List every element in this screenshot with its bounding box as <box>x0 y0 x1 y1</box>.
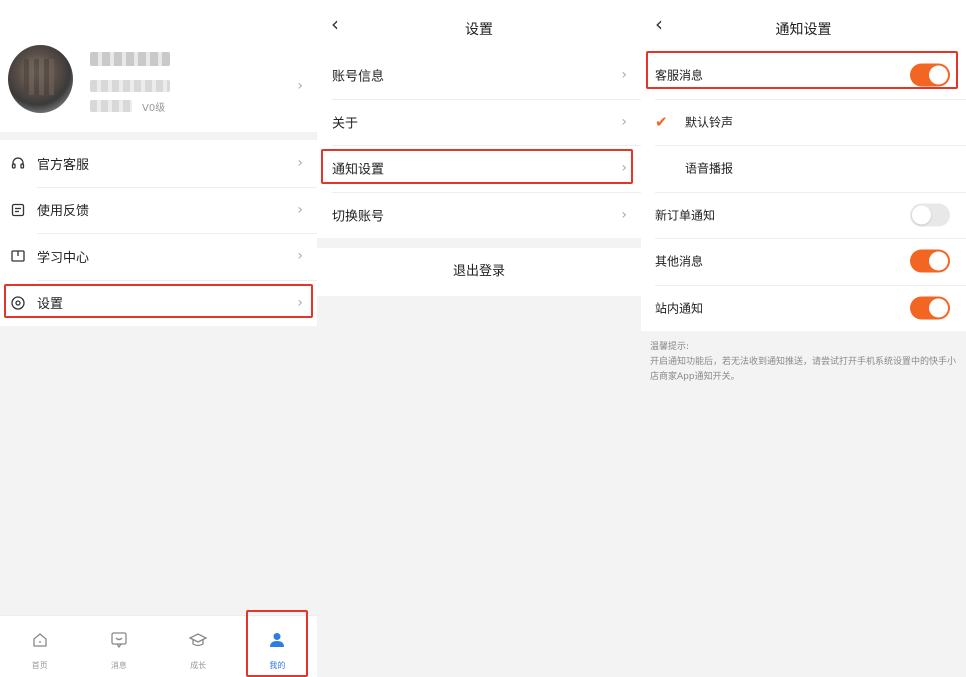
notify-row-customer-service: 客服消息 <box>641 52 966 99</box>
tab-growth[interactable]: 成长 <box>159 616 238 677</box>
toggle-switch-off[interactable] <box>910 203 950 227</box>
tips-body: 开启通知功能后，若无法收到通知推送，请尝试打开手机系统设置中的快手小店商家App… <box>650 357 957 382</box>
settings-item-label: 关于 <box>332 116 359 132</box>
settings-icon <box>11 296 25 310</box>
tab-home[interactable]: 首页 <box>0 616 79 677</box>
notification-settings-panel: ‹ 通知设置 客服消息 ✔ 默认铃声 语音播报 新订单通知 其他消息 站内通知 … <box>641 0 966 677</box>
menu-item-label: 使用反馈 <box>37 204 90 220</box>
menu-item-learning-center[interactable]: 学习中心 › <box>0 233 317 280</box>
chevron-right-icon: › <box>621 160 627 177</box>
page-title: 设置 <box>465 22 493 38</box>
notify-row-label: 默认铃声 <box>685 115 734 130</box>
tab-mine[interactable]: 我的 <box>238 616 317 677</box>
chevron-right-icon: › <box>297 78 303 94</box>
logout-button[interactable]: 退出登录 <box>317 248 641 296</box>
notify-row-voice-broadcast[interactable]: 语音播报 <box>641 145 966 192</box>
tab-label: 我的 <box>269 661 286 670</box>
notify-row-other-messages: 其他消息 <box>641 238 966 285</box>
settings-item-about[interactable]: 关于 › <box>317 98 641 146</box>
settings-item-notifications[interactable]: 通知设置 › <box>317 145 641 192</box>
chevron-right-icon: › <box>297 294 303 311</box>
settings-panel: ‹ 设置 账号信息 › 关于 › 通知设置 › 切换账号 › 退出登录 <box>317 0 641 677</box>
bottom-tab-bar: 首页 消息 成长 我的 <box>0 615 317 677</box>
settings-item-label: 通知设置 <box>332 162 385 178</box>
menu-item-label: 官方客服 <box>37 157 90 173</box>
notify-row-new-order: 新订单通知 <box>641 191 966 239</box>
settings-list: 账号信息 › 关于 › 通知设置 › 切换账号 › <box>317 52 641 238</box>
tips-title: 温馨提示: <box>650 342 690 352</box>
settings-item-switch-account[interactable]: 切换账号 › <box>317 191 641 239</box>
graduation-icon <box>188 633 208 647</box>
toggle-switch-on[interactable] <box>910 249 950 273</box>
menu-item-label: 设置 <box>37 297 64 313</box>
menu-item-customer-service[interactable]: 官方客服 › <box>0 140 317 187</box>
notify-row-site-notice: 站内通知 <box>641 284 966 332</box>
home-icon <box>32 633 47 647</box>
notify-row-label: 客服消息 <box>655 68 704 83</box>
chevron-right-icon: › <box>297 155 303 172</box>
settings-item-label: 切换账号 <box>332 209 385 225</box>
user-icon <box>270 633 285 647</box>
settings-item-label: 账号信息 <box>332 69 385 85</box>
page-title: 通知设置 <box>775 22 832 38</box>
headset-icon <box>11 157 25 169</box>
blurred-info <box>90 100 132 112</box>
chevron-right-icon: › <box>621 206 627 223</box>
chevron-right-icon: › <box>297 248 303 265</box>
blurred-username <box>90 52 170 66</box>
screenshot-root: V0级 › 官方客服 › 使用反馈 › 学习中心 › 设置 › 首页 消息 成长… <box>0 0 966 677</box>
profile-panel: V0级 › 官方客服 › 使用反馈 › 学习中心 › 设置 › 首页 消息 成长… <box>0 0 317 677</box>
notify-row-label: 语音播报 <box>685 161 734 176</box>
toggle-switch-on[interactable] <box>910 63 950 87</box>
message-icon <box>111 632 127 649</box>
tab-label: 成长 <box>190 661 207 670</box>
blurred-account-id <box>90 80 170 92</box>
avatar[interactable] <box>8 45 73 113</box>
tab-label: 消息 <box>110 661 127 670</box>
settings-navbar: ‹ 设置 <box>317 0 641 52</box>
tab-messages[interactable]: 消息 <box>79 616 158 677</box>
notify-row-label: 其他消息 <box>655 254 704 269</box>
notify-row-label: 站内通知 <box>655 301 704 316</box>
profile-card[interactable]: V0级 › <box>0 0 317 132</box>
tips-block: 温馨提示: 开启通知功能后，若无法收到通知推送，请尝试打开手机系统设置中的快手小… <box>650 340 962 385</box>
settings-item-account-info[interactable]: 账号信息 › <box>317 52 641 99</box>
toggle-switch-on[interactable] <box>910 296 950 320</box>
tab-label: 首页 <box>31 661 48 670</box>
notify-navbar: ‹ 通知设置 <box>641 0 966 52</box>
chevron-right-icon: › <box>621 113 627 130</box>
chevron-right-icon: › <box>621 67 627 84</box>
notification-list: 客服消息 ✔ 默认铃声 语音播报 新订单通知 其他消息 站内通知 <box>641 52 966 331</box>
level-badge: V0级 <box>142 103 166 114</box>
checkmark-icon: ✔ <box>655 112 668 131</box>
menu-item-label: 学习中心 <box>37 250 90 266</box>
notify-row-label: 新订单通知 <box>655 208 716 223</box>
profile-menu: 官方客服 › 使用反馈 › 学习中心 › 设置 › <box>0 140 317 326</box>
chevron-right-icon: › <box>297 201 303 218</box>
notify-row-default-ringtone[interactable]: ✔ 默认铃声 <box>641 98 966 146</box>
menu-item-settings[interactable]: 设置 › <box>0 279 317 327</box>
book-icon <box>11 250 25 262</box>
feedback-icon <box>11 203 25 216</box>
menu-item-feedback[interactable]: 使用反馈 › <box>0 186 317 234</box>
